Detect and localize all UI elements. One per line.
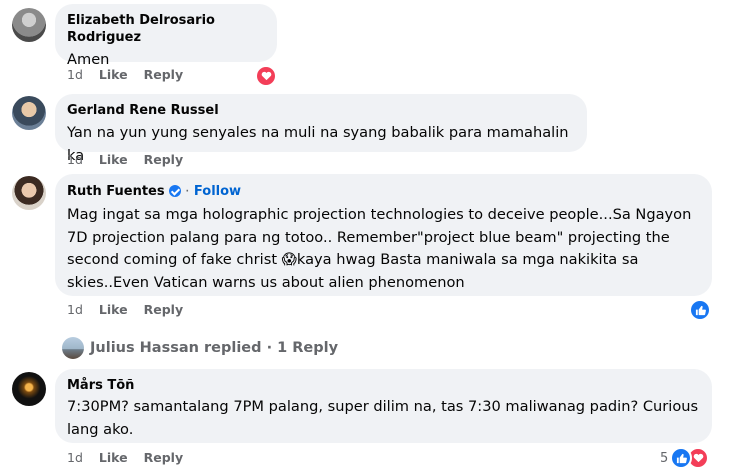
comment-text-line: skies..Even Vatican warns us about alien… xyxy=(67,273,465,291)
like-button[interactable]: Like xyxy=(99,450,128,466)
verified-badge-icon xyxy=(168,185,181,197)
comment-author[interactable]: Elizabeth Delrosario Rodriguez xyxy=(67,12,265,46)
avatar[interactable] xyxy=(12,176,46,210)
comment-text-line: lang ako. xyxy=(67,420,134,438)
comment-bubble: Elizabeth Delrosario Rodriguez Amen xyxy=(55,4,277,68)
avatar[interactable] xyxy=(12,96,46,130)
comment-author[interactable]: Ruth Fuentes xyxy=(67,183,165,200)
comment-text-line: 7:30PM? samantalang 7PM palang, super di… xyxy=(67,398,699,415)
avatar[interactable] xyxy=(12,372,46,406)
reply-button[interactable]: Reply xyxy=(144,152,183,168)
reply-button[interactable]: Reply xyxy=(144,67,183,83)
comment-text-line: Mag ingat sa mga holographic projection … xyxy=(67,206,692,223)
reaction-summary[interactable]: 5 xyxy=(660,447,714,469)
comment-text: Mag ingat sa mga holographic projection … xyxy=(67,204,700,294)
replies-summary-text[interactable]: Julius Hassan replied · 1 Reply xyxy=(90,340,338,356)
comment-text: 7:30PM? samantalang 7PM palang, super di… xyxy=(67,396,700,441)
follow-button[interactable]: Follow xyxy=(194,183,241,200)
comment-text-line: second coming of fake christ 😱kaya hwag … xyxy=(67,251,639,268)
comment-bubble: Gerland Rene Russel Yan na yun yung seny… xyxy=(55,94,587,164)
comment-author-row: Ruth Fuentes · Follow xyxy=(67,182,700,200)
reply-button[interactable]: Reply xyxy=(144,450,183,466)
comment-actions: 1d Like Reply xyxy=(67,302,183,318)
comment-time[interactable]: 1d xyxy=(67,67,83,83)
heart-icon[interactable] xyxy=(255,65,277,87)
comment-author[interactable]: Gerland Rene Russel xyxy=(67,102,575,119)
comment-author[interactable]: Mårs Tōñ xyxy=(67,377,700,394)
comment-bubble: Mårs Tōñ 7:30PM? samantalang 7PM palang,… xyxy=(55,369,712,443)
like-icon xyxy=(670,447,693,469)
like-button[interactable]: Like xyxy=(99,302,128,318)
comment-time[interactable]: 1d xyxy=(67,450,83,466)
avatar xyxy=(62,337,84,359)
comment-bubble: Ruth Fuentes · Follow Mag ingat sa mga h… xyxy=(55,174,712,296)
reaction-count: 5 xyxy=(660,450,669,466)
comment-time[interactable]: 1d xyxy=(67,302,83,318)
comment-text-line: 7D projection palang para ng totoo.. Rem… xyxy=(67,228,670,246)
like-button[interactable]: Like xyxy=(99,67,128,83)
comment-time[interactable]: 1d xyxy=(67,152,83,168)
reply-button[interactable]: Reply xyxy=(144,302,183,318)
separator-dot: · xyxy=(184,182,190,199)
like-button[interactable]: Like xyxy=(99,152,128,168)
comment-actions: 1d Like Reply xyxy=(67,450,183,466)
comment-actions: 1d Like Reply xyxy=(67,152,183,168)
view-replies-link[interactable]: Julius Hassan replied · 1 Reply xyxy=(62,337,338,359)
avatar[interactable] xyxy=(12,8,46,42)
comment-actions: 1d Like Reply xyxy=(67,67,183,83)
like-icon[interactable] xyxy=(689,299,711,321)
